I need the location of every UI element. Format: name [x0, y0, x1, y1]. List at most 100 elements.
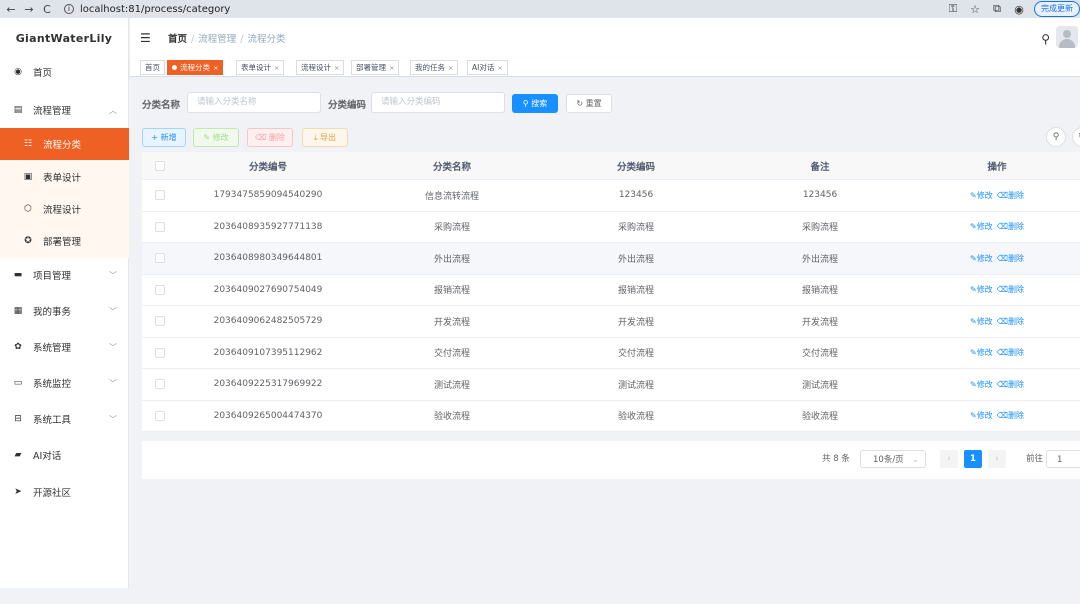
row-checkbox[interactable]: [155, 253, 165, 263]
sidebar-item[interactable]: ▦ 我的事务 ﹀: [0, 295, 129, 327]
row-checkbox[interactable]: [155, 284, 165, 295]
sidebar-item[interactable]: ⬡ 流程设计: [0, 193, 129, 225]
row-checkbox[interactable]: [155, 379, 165, 389]
tab-tag[interactable]: 首页: [140, 60, 165, 75]
toggle-search-button[interactable]: ⚲: [1046, 127, 1066, 147]
row-delete-link[interactable]: ⌫删除: [997, 348, 1024, 357]
row-edit-link[interactable]: ✎修改: [970, 317, 993, 326]
sidebar: GiantWaterLily ◉ 首页 ▤ 流程管理 ︿ ☷ 流程分类 ▣ 表单设计 ⬡ 流程设计 ✪…: [0, 18, 129, 588]
bookmark-star-icon[interactable]: ☆: [964, 3, 986, 16]
prev-page-button[interactable]: ‹: [940, 450, 958, 468]
tab-tag[interactable]: 流程设计 ×: [296, 60, 345, 75]
sidebar-item[interactable]: ✿ 系统管理 ﹀: [0, 331, 129, 363]
row-edit-link[interactable]: ✎修改: [970, 411, 993, 420]
tab-tag[interactable]: AI对话 ×: [467, 60, 508, 75]
category-code-input[interactable]: 请输入分类编码: [371, 92, 505, 113]
row-edit-link[interactable]: ✎修改: [970, 191, 993, 200]
page-size-select[interactable]: 10条/页 ⌄: [860, 450, 926, 468]
browser-toolbar: ← → C i localhost:81/process/category ⚿ …: [0, 0, 1080, 18]
delete-button[interactable]: ⌫ 删除: [247, 128, 293, 147]
update-button[interactable]: 完成更新: [1034, 1, 1080, 17]
row-checkbox[interactable]: [155, 221, 165, 232]
table-row[interactable]: 2036409107395112962 交付流程 交付流程 交付流程 ✎修改 ⌫删除: [142, 338, 1080, 369]
sidebar-item[interactable]: ⊟ 系统工具 ﹀: [0, 403, 129, 435]
forward-icon[interactable]: →: [22, 3, 36, 16]
row-delete-link[interactable]: ⌫删除: [997, 317, 1024, 326]
row-edit-link[interactable]: ✎修改: [970, 285, 993, 294]
search-icon[interactable]: ⚲: [1041, 32, 1050, 46]
table-row[interactable]: 2036409062482505729 开发流程 开发流程 开发流程 ✎修改 ⌫删除: [142, 306, 1080, 338]
sidebar-item[interactable]: ▬ 项目管理 ﹀: [0, 259, 129, 291]
address-bar[interactable]: i localhost:81/process/category: [64, 1, 230, 17]
avatar[interactable]: [1056, 26, 1078, 48]
table-row[interactable]: 1793475859094540290 信息流转流程 123456 123456 ✎修改…: [142, 180, 1080, 212]
back-icon[interactable]: ←: [4, 3, 18, 16]
cell-code: 交付流程: [617, 349, 654, 360]
edit-icon: ✎: [969, 379, 977, 389]
row-checkbox[interactable]: [155, 410, 165, 421]
table-row[interactable]: 2036409027690754049 报销流程 报销流程 报销流程 ✎修改 ⌫删除: [142, 275, 1080, 306]
next-page-button[interactable]: ›: [988, 450, 1006, 468]
tab-tag[interactable]: 流程分类 ×: [167, 60, 224, 75]
search-button[interactable]: ⚲ 搜索: [512, 94, 558, 113]
cell-code: 123456: [618, 190, 654, 201]
page-number-button[interactable]: 1: [964, 450, 982, 468]
breadcrumb-item[interactable]: 首页: [168, 34, 187, 45]
select-all-checkbox[interactable]: [155, 161, 165, 171]
row-checkbox[interactable]: [155, 190, 165, 200]
close-icon[interactable]: ×: [497, 64, 502, 72]
row-delete-link[interactable]: ⌫删除: [997, 285, 1024, 294]
sidebar-item[interactable]: ➤ 开源社区: [0, 476, 129, 508]
sidebar-item[interactable]: ◉ 首页: [0, 56, 129, 88]
sidebar-item[interactable]: ▤ 流程管理 ︿: [0, 94, 129, 126]
row-checkbox[interactable]: [155, 347, 165, 358]
category-name-input[interactable]: 请输入分类名称: [187, 92, 321, 113]
key-icon[interactable]: ⚿: [942, 2, 964, 16]
reload-icon[interactable]: C: [40, 3, 54, 16]
close-icon[interactable]: ×: [448, 64, 453, 72]
goto-page-input[interactable]: 1: [1046, 450, 1080, 468]
close-icon[interactable]: ×: [389, 64, 394, 72]
sidebar-item-label: 项目管理: [33, 271, 72, 282]
row-edit-link[interactable]: ✎修改: [970, 348, 993, 357]
row-delete-link[interactable]: ⌫删除: [997, 380, 1024, 389]
tool-icon: ⊟: [14, 414, 22, 424]
close-icon[interactable]: ×: [274, 64, 279, 72]
site-info-icon[interactable]: i: [64, 4, 74, 14]
table-row[interactable]: 2036408980349644801 外出流程 外出流程 外出流程 ✎修改 ⌫删除: [142, 243, 1080, 275]
category-name-label: 分类名称: [142, 100, 181, 111]
tab-tag[interactable]: 部署管理 ×: [351, 60, 400, 75]
table-row[interactable]: 2036408935927771138 采购流程 采购流程 采购流程 ✎修改 ⌫删除: [142, 212, 1080, 243]
table-row[interactable]: 2036409265004474370 验收流程 验收流程 验收流程 ✎修改 ⌫删除: [142, 401, 1080, 432]
sidebar-item[interactable]: ▭ 系统监控 ﹀: [0, 367, 129, 399]
refresh-table-button[interactable]: ↻: [1072, 127, 1080, 147]
add-button[interactable]: + 新增: [142, 128, 186, 147]
extensions-icon[interactable]: ⧉: [986, 2, 1008, 16]
hamburger-icon[interactable]: ☰: [140, 31, 154, 45]
profile-icon[interactable]: ◉: [1008, 3, 1030, 16]
row-delete-link[interactable]: ⌫删除: [997, 222, 1024, 231]
row-delete-link[interactable]: ⌫删除: [997, 191, 1024, 200]
tab-tag-label: AI对话: [472, 63, 495, 72]
export-button[interactable]: ⤓ 导出: [302, 128, 348, 147]
chevron-down-icon: ⌄: [911, 455, 919, 465]
row-delete-link[interactable]: ⌫删除: [997, 254, 1024, 263]
close-icon[interactable]: ×: [213, 64, 218, 72]
sidebar-item[interactable]: ▰ AI对话: [0, 439, 129, 471]
dashboard-icon: ◉: [14, 67, 22, 77]
reset-button[interactable]: ↻ 重置: [566, 94, 612, 113]
close-icon[interactable]: ×: [334, 64, 339, 72]
row-edit-link[interactable]: ✎修改: [970, 222, 993, 231]
row-edit-link[interactable]: ✎修改: [970, 254, 993, 263]
row-delete-link[interactable]: ⌫删除: [997, 411, 1024, 420]
sidebar-item[interactable]: ▣ 表单设计: [0, 161, 129, 193]
row-checkbox[interactable]: [155, 316, 165, 326]
tab-tag[interactable]: 表单设计 ×: [236, 60, 285, 75]
sidebar-item[interactable]: ☷ 流程分类: [0, 128, 129, 160]
tree-icon: ☷: [23, 139, 33, 149]
row-edit-link[interactable]: ✎修改: [970, 380, 993, 389]
table-row[interactable]: 2036409225317969922 测试流程 测试流程 测试流程 ✎修改 ⌫删除: [142, 369, 1080, 401]
tab-tag[interactable]: 我的任务 ×: [410, 60, 459, 75]
sidebar-item[interactable]: ✪ 部署管理: [0, 225, 129, 257]
edit-button[interactable]: ✎ 修改: [193, 128, 239, 147]
